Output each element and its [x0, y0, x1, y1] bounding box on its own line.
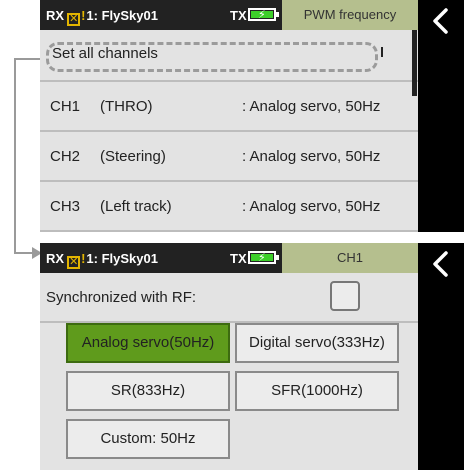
- sidebar: [418, 243, 464, 470]
- channel-number: CH3: [50, 198, 81, 215]
- digital-servo-button[interactable]: Digital servo(333Hz): [235, 323, 399, 363]
- channel-name: (Steering): [100, 148, 166, 165]
- connector-line: [14, 58, 16, 253]
- status-bar: RX ✕ !1: FlySky01 TX ⚡ CH1: [40, 243, 418, 273]
- channel-value: : Analog servo, 50Hz: [242, 98, 381, 115]
- page-title: PWM frequency: [282, 0, 418, 30]
- channel-name: (THRO): [100, 98, 153, 115]
- channel-row[interactable]: CH1 (THRO) : Analog servo, 50Hz: [40, 82, 418, 132]
- set-all-channels-item[interactable]: Set all channels: [40, 30, 418, 82]
- warning-icon: !: [81, 8, 86, 23]
- model-name: 1: FlySky01: [86, 8, 158, 23]
- ch1-frequency-screen: RX ✕ !1: FlySky01 TX ⚡ CH1 Synchronized wi…: [40, 243, 464, 470]
- channel-name: (Left track): [100, 198, 172, 215]
- scrollbar[interactable]: [412, 30, 417, 96]
- rx-status: RX ✕ !1: FlySky01: [46, 251, 158, 269]
- pwm-frequency-screen: RX ✕ !1: FlySky01 TX ⚡ PWM frequency Set a…: [40, 0, 464, 232]
- rx-label: RX: [46, 251, 65, 266]
- sync-rf-row: Synchronized with RF:: [40, 273, 418, 323]
- rx-label: RX: [46, 8, 65, 23]
- custom-button[interactable]: Custom: 50Hz: [66, 419, 230, 459]
- chevron-left-icon[interactable]: [430, 251, 452, 277]
- connector-line: [14, 252, 34, 254]
- warning-icon: !: [81, 251, 86, 266]
- sync-rf-checkbox[interactable]: [330, 281, 360, 311]
- channel-row[interactable]: CH3 (Left track) : Analog servo, 50Hz: [40, 182, 418, 232]
- page-title: CH1: [282, 243, 418, 273]
- sync-rf-label: Synchronized with RF:: [46, 289, 197, 306]
- channel-value: : Analog servo, 50Hz: [242, 148, 381, 165]
- sidebar: [418, 0, 464, 232]
- channel-list: Set all channels CH1 (THRO) : Analog ser…: [40, 30, 418, 232]
- text-caret: [381, 47, 383, 57]
- sr-button[interactable]: SR(833Hz): [66, 371, 230, 411]
- tx-label: TX: [230, 8, 247, 23]
- x-box-icon: ✕: [67, 13, 81, 26]
- battery-charging-icon: ⚡: [248, 251, 279, 264]
- sfr-button[interactable]: SFR(1000Hz): [235, 371, 399, 411]
- analog-servo-button[interactable]: Analog servo(50Hz): [66, 323, 230, 363]
- status-bar: RX ✕ !1: FlySky01 TX ⚡ PWM frequency: [40, 0, 418, 30]
- tx-label: TX: [230, 251, 247, 266]
- rx-status: RX ✕ !1: FlySky01: [46, 8, 158, 26]
- x-box-icon: ✕: [67, 256, 81, 269]
- chevron-left-icon[interactable]: [430, 8, 452, 34]
- channel-number: CH2: [50, 148, 81, 165]
- channel-number: CH1: [50, 98, 81, 115]
- channel-row[interactable]: CH2 (Steering) : Analog servo, 50Hz: [40, 132, 418, 182]
- model-name: 1: FlySky01: [86, 251, 158, 266]
- channel-value: : Analog servo, 50Hz: [242, 198, 381, 215]
- battery-charging-icon: ⚡: [248, 8, 279, 21]
- connector-line: [14, 58, 40, 60]
- set-all-label: Set all channels: [52, 45, 158, 62]
